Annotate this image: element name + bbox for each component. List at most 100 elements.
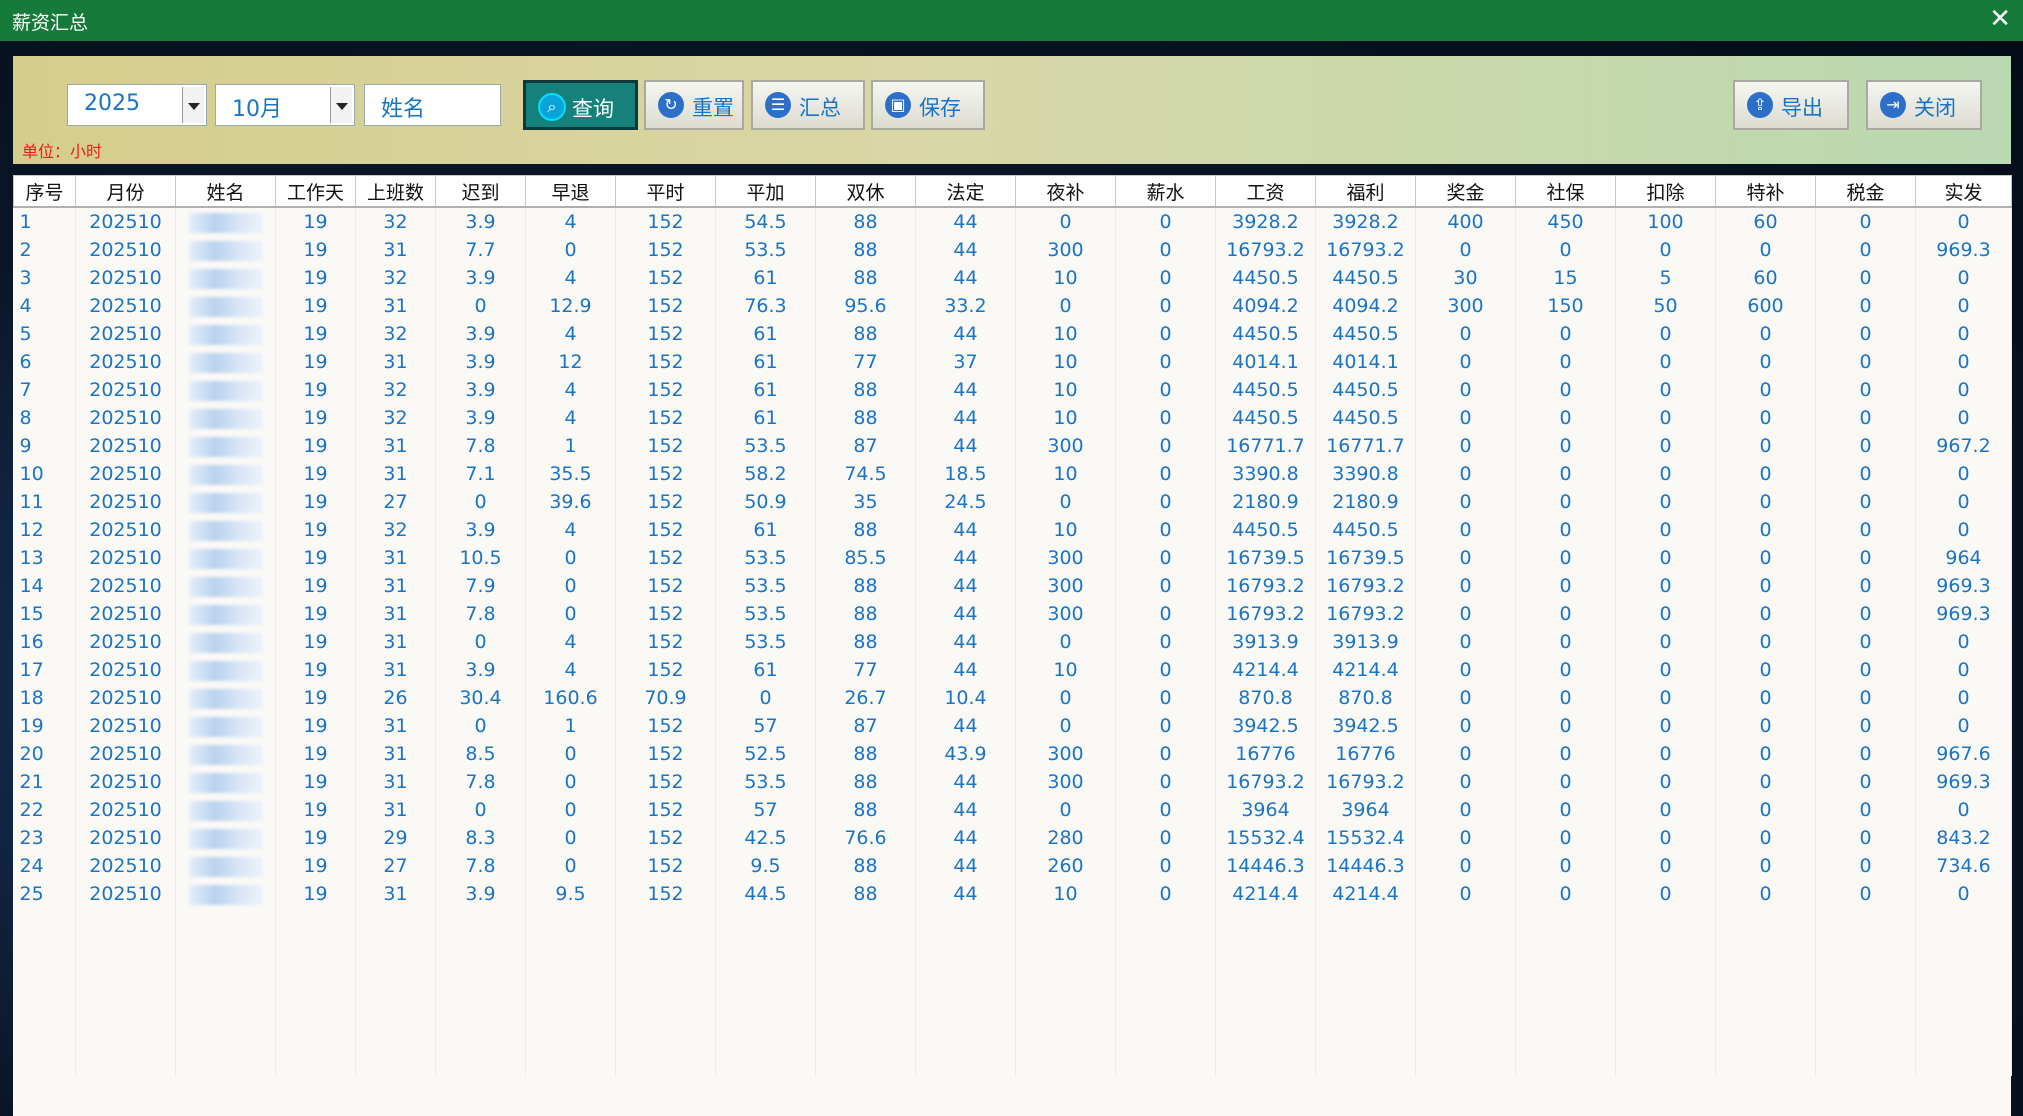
table-cell[interactable]: 19 <box>275 264 356 292</box>
column-header[interactable]: 奖金 <box>1415 175 1516 208</box>
table-cell[interactable]: 44 <box>915 880 1016 908</box>
table-cell[interactable]: 22 <box>13 796 76 824</box>
table-cell[interactable]: 10 <box>1015 656 1116 684</box>
table-cell[interactable]: 7.8 <box>435 432 526 460</box>
table-cell[interactable]: 0 <box>1715 824 1816 852</box>
table-cell[interactable]: 10 <box>1015 516 1116 544</box>
table-cell[interactable]: 0 <box>1015 796 1116 824</box>
table-cell[interactable]: 4450.5 <box>1215 320 1316 348</box>
table-cell[interactable]: 10 <box>1015 376 1116 404</box>
table-cell[interactable]: 32 <box>355 376 436 404</box>
table-cell[interactable]: 53.5 <box>715 600 816 628</box>
table-cell[interactable]: 31 <box>355 712 436 740</box>
table-row[interactable]: 4 202510 19 31 0 12.9 152 76.3 95.6 33.2 0 0 4094.2 4… <box>13 292 2012 320</box>
table-cell[interactable]: 0 <box>1815 432 1916 460</box>
table-cell[interactable]: 9 <box>13 432 76 460</box>
table-cell[interactable]: 0 <box>1815 796 1916 824</box>
table-cell[interactable]: 0 <box>1815 376 1916 404</box>
table-cell[interactable]: 19 <box>275 376 356 404</box>
table-cell[interactable]: 0 <box>1515 544 1616 572</box>
column-header[interactable]: 早退 <box>525 175 616 208</box>
table-cell[interactable]: 152 <box>615 712 716 740</box>
table-row[interactable]: 24 202510 19 27 7.8 0 152 9.5 88 44 260 0 14446.3 144… <box>13 852 2012 880</box>
table-cell[interactable]: 0 <box>1515 684 1616 712</box>
table-cell[interactable]: 0 <box>1815 236 1916 264</box>
table-cell[interactable]: 0 <box>1515 600 1616 628</box>
table-cell[interactable]: 10 <box>1015 404 1116 432</box>
table-cell[interactable]: 4014.1 <box>1215 348 1316 376</box>
table-cell[interactable]: 0 <box>1615 544 1716 572</box>
column-header[interactable]: 工作天 <box>275 175 356 208</box>
table-cell[interactable]: 0 <box>1115 656 1216 684</box>
table-cell[interactable]: 152 <box>615 404 716 432</box>
table-cell[interactable]: 19 <box>275 768 356 796</box>
table-cell[interactable]: 60 <box>1715 264 1816 292</box>
table-cell[interactable]: 32 <box>355 404 436 432</box>
table-cell[interactable]: 967.2 <box>1915 432 2012 460</box>
table-cell[interactable]: 0 <box>1415 656 1516 684</box>
table-cell[interactable]: 152 <box>615 432 716 460</box>
table-cell[interactable]: 0 <box>1915 880 2012 908</box>
table-cell[interactable]: 14 <box>13 572 76 600</box>
reset-button[interactable]: ↻ 重置 <box>644 80 744 130</box>
table-cell[interactable]: 95.6 <box>815 292 916 320</box>
table-cell[interactable]: 202510 <box>75 460 176 488</box>
table-cell[interactable]: 0 <box>715 684 816 712</box>
table-cell[interactable]: 202510 <box>75 292 176 320</box>
close-button[interactable]: ⇥ 关闭 <box>1866 80 1982 130</box>
table-cell[interactable]: 4214.4 <box>1315 656 1416 684</box>
table-cell[interactable]: 0 <box>1615 460 1716 488</box>
table-cell[interactable]: 0 <box>1415 628 1516 656</box>
table-cell[interactable]: 15 <box>13 600 76 628</box>
table-cell[interactable]: 44 <box>915 824 1016 852</box>
table-cell[interactable]: 23 <box>13 824 76 852</box>
table-cell[interactable]: 202510 <box>75 544 176 572</box>
table-cell[interactable]: 0 <box>1715 348 1816 376</box>
name-cell-redacted[interactable] <box>175 572 276 600</box>
table-cell[interactable]: 61 <box>715 320 816 348</box>
name-cell-redacted[interactable] <box>175 236 276 264</box>
table-cell[interactable]: 0 <box>1715 516 1816 544</box>
table-cell[interactable]: 160.6 <box>525 684 616 712</box>
table-cell[interactable]: 4 <box>525 628 616 656</box>
table-cell[interactable]: 4450.5 <box>1315 320 1416 348</box>
table-cell[interactable]: 44 <box>915 572 1016 600</box>
table-cell[interactable]: 0 <box>1915 348 2012 376</box>
table-cell[interactable]: 0 <box>1615 852 1716 880</box>
table-cell[interactable]: 0 <box>1115 572 1216 600</box>
save-button[interactable]: ▣ 保存 <box>871 80 985 130</box>
table-cell[interactable]: 0 <box>1415 544 1516 572</box>
table-cell[interactable]: 152 <box>615 460 716 488</box>
table-cell[interactable]: 4450.5 <box>1215 376 1316 404</box>
table-cell[interactable]: 300 <box>1015 600 1116 628</box>
table-cell[interactable]: 0 <box>1715 544 1816 572</box>
salary-grid[interactable]: 序号 月份 姓名 工作天 上班数 迟到 早退 平时 平加 双休 法定 夜补 薪水 工资 福利 奖金 社保 扣除 特补… <box>13 175 2012 1116</box>
table-cell[interactable]: 44 <box>915 207 1016 236</box>
table-cell[interactable]: 16776 <box>1315 740 1416 768</box>
table-cell[interactable]: 31 <box>355 600 436 628</box>
table-cell[interactable]: 1 <box>13 207 76 236</box>
table-row[interactable]: 14 202510 19 31 7.9 0 152 53.5 88 44 300 0 16793.2 16… <box>13 572 2012 600</box>
table-cell[interactable]: 0 <box>1415 376 1516 404</box>
table-cell[interactable]: 152 <box>615 572 716 600</box>
table-cell[interactable]: 19 <box>275 236 356 264</box>
table-row[interactable]: 9 202510 19 31 7.8 1 152 53.5 87 44 300 0 16771.7 167… <box>13 432 2012 460</box>
column-header[interactable]: 上班数 <box>355 175 436 208</box>
table-cell[interactable]: 57 <box>715 796 816 824</box>
table-cell[interactable]: 16793.2 <box>1215 600 1316 628</box>
table-cell[interactable]: 0 <box>525 740 616 768</box>
table-cell[interactable]: 3.9 <box>435 376 526 404</box>
table-cell[interactable]: 16793.2 <box>1315 236 1416 264</box>
table-cell[interactable]: 3942.5 <box>1315 712 1416 740</box>
table-cell[interactable]: 0 <box>1915 264 2012 292</box>
table-cell[interactable]: 19 <box>275 516 356 544</box>
table-cell[interactable]: 870.8 <box>1315 684 1416 712</box>
table-cell[interactable]: 0 <box>1615 628 1716 656</box>
table-cell[interactable]: 4 <box>525 656 616 684</box>
table-cell[interactable]: 0 <box>1615 712 1716 740</box>
table-cell[interactable]: 3964 <box>1215 796 1316 824</box>
name-cell-redacted[interactable] <box>175 712 276 740</box>
table-cell[interactable]: 152 <box>615 376 716 404</box>
table-cell[interactable]: 77 <box>815 656 916 684</box>
table-cell[interactable]: 16771.7 <box>1315 432 1416 460</box>
